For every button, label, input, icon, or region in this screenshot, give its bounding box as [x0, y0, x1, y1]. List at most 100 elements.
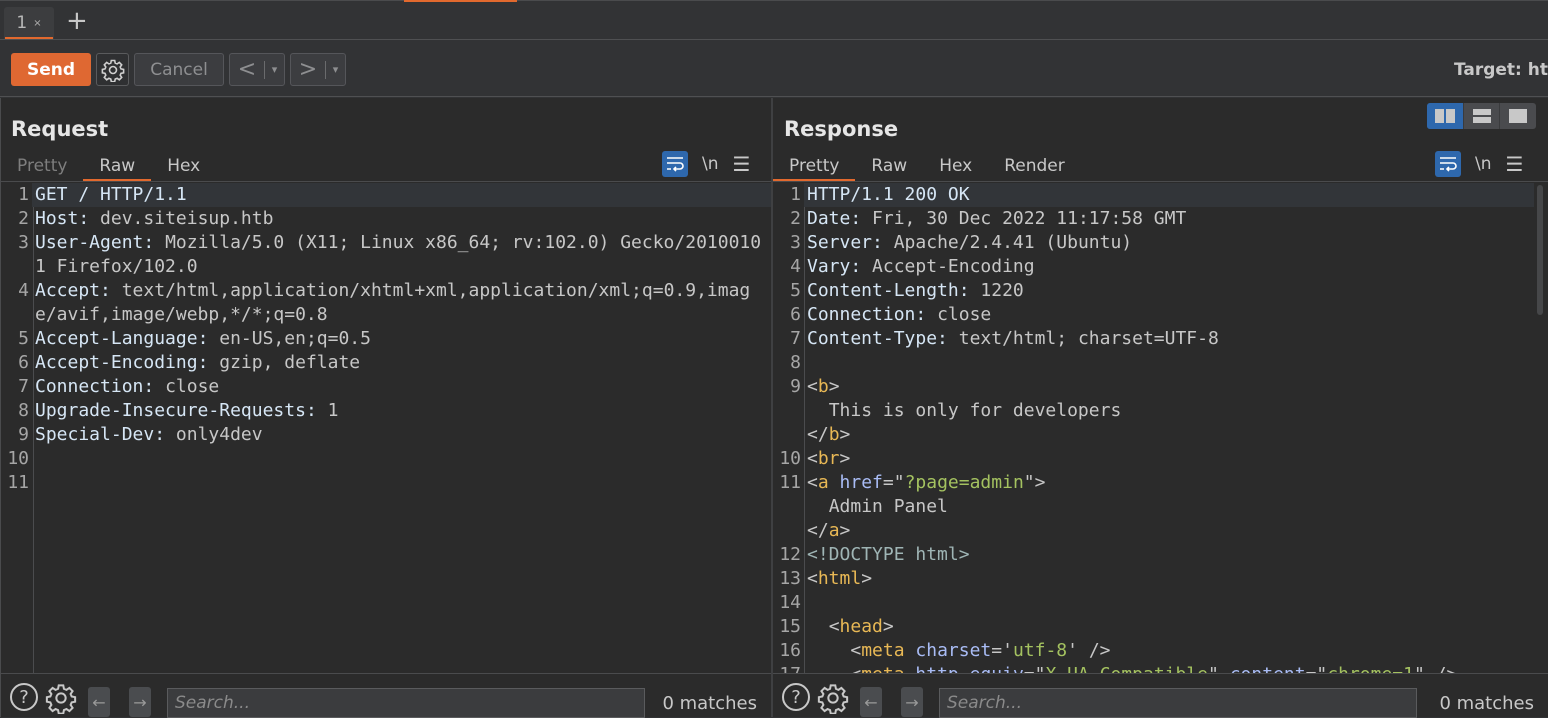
line-number: 5 — [790, 280, 801, 301]
rows-icon — [1472, 109, 1491, 123]
line-number: 8 — [790, 352, 801, 373]
help-icon[interactable]: ? — [782, 683, 810, 711]
header-name: Accept-Language — [35, 328, 198, 349]
forward-button[interactable]: > ▾ — [290, 53, 346, 86]
header-value: 1 — [327, 400, 339, 421]
layout-side-by-side-button[interactable] — [1427, 103, 1464, 129]
back-history-dropdown-icon[interactable]: ▾ — [265, 63, 284, 76]
layout-stacked-button[interactable] — [1464, 103, 1501, 129]
word-wrap-icon — [1440, 157, 1457, 172]
show-newlines-toggle[interactable]: \n — [1475, 154, 1492, 174]
editor-line: 11 — [1, 471, 771, 495]
cancel-button[interactable]: Cancel — [134, 53, 224, 86]
tab-pretty[interactable]: Pretty — [1, 151, 83, 181]
header-value: Accept-Encoding — [872, 256, 1035, 277]
previous-match-button[interactable]: ← — [860, 687, 882, 717]
status-line: HTTP/1.1 200 OK — [807, 184, 970, 205]
next-match-button[interactable]: → — [901, 687, 923, 717]
response-title: Response — [784, 117, 899, 141]
repeater-tab-1[interactable]: 1 × — [4, 7, 54, 39]
header-name: Content-Length — [807, 280, 959, 301]
send-settings-button[interactable] — [96, 53, 129, 86]
layout-single-button[interactable] — [1500, 103, 1536, 129]
line-number: 4 — [790, 256, 801, 277]
target-label[interactable]: Target: ht — [1454, 60, 1548, 80]
search-settings-button[interactable] — [45, 682, 77, 718]
header-value: text/html; charset=UTF-8 — [958, 328, 1219, 349]
request-search-input[interactable] — [167, 688, 645, 718]
line-number: 7 — [18, 376, 29, 397]
header-name: Vary — [807, 256, 851, 277]
editor-line: 2 Host: dev.siteisup.htb — [1, 207, 771, 231]
word-wrap-toggle[interactable] — [662, 151, 688, 177]
editor-line: 4 Accept: text/html,application/xhtml+xml… — [1, 279, 771, 327]
admin-link-href: ?page=admin — [904, 472, 1024, 493]
request-title: Request — [11, 117, 109, 141]
editor-line: 9 <b> — [773, 375, 1548, 399]
admin-link-text: Admin Panel — [828, 496, 948, 517]
response-pane: Response Pretty Raw Hex Render \n ☰ 1 HTT… — [773, 98, 1548, 718]
line-number: 3 — [790, 232, 801, 253]
close-tab-icon[interactable]: × — [33, 18, 41, 29]
editor-line: 2 Date: Fri, 30 Dec 2022 11:17:58 GMT — [773, 207, 1548, 231]
header-name: Accept — [35, 280, 101, 301]
show-newlines-toggle[interactable]: \n — [702, 154, 719, 174]
line-number: 2 — [18, 208, 29, 229]
line-number: 2 — [790, 208, 801, 229]
header-value: Apache/2.4.41 (Ubuntu) — [893, 232, 1133, 253]
line-number: 14 — [779, 592, 801, 613]
divider — [1, 181, 771, 182]
back-button[interactable]: < ▾ — [229, 53, 285, 86]
editor-line: 3 User-Agent: Mozilla/5.0 (X11; Linux x86… — [1, 231, 771, 279]
line-number: 10 — [7, 448, 29, 469]
word-wrap-icon — [667, 157, 684, 172]
line-number: 9 — [790, 376, 801, 397]
header-value: close — [937, 304, 992, 325]
response-search-input[interactable] — [939, 688, 1417, 718]
tab-render[interactable]: Render — [988, 151, 1081, 181]
tab-hex[interactable]: Hex — [151, 151, 216, 181]
editor-line: 7 Connection: close — [1, 375, 771, 399]
header-name: Content-Type — [807, 328, 938, 349]
tab-raw[interactable]: Raw — [855, 151, 923, 181]
next-match-button[interactable]: → — [129, 687, 151, 717]
tab-raw[interactable]: Raw — [83, 151, 151, 181]
editor-line: 12 <!DOCTYPE html> — [773, 543, 1548, 567]
line-number: 17 — [773, 663, 804, 673]
body-text: This is only for developers — [828, 400, 1122, 421]
editor-line: 15 <head> — [773, 615, 1548, 639]
line-number: 9 — [18, 424, 29, 445]
single-pane-icon — [1509, 109, 1528, 123]
search-settings-button[interactable] — [817, 682, 849, 718]
editor-line: 16 <meta charset='utf-8' /> — [773, 639, 1548, 663]
hamburger-menu-icon[interactable]: ☰ — [733, 152, 751, 176]
back-arrow-icon[interactable]: < — [230, 57, 264, 82]
word-wrap-toggle[interactable] — [1435, 151, 1461, 177]
editor-line: 1 GET / HTTP/1.1 — [1, 183, 771, 207]
editor-line: 6 Accept-Encoding: gzip, deflate — [1, 351, 771, 375]
request-editor[interactable]: 1 GET / HTTP/1.1 2 Host: dev.siteisup.htb … — [1, 183, 771, 673]
send-button[interactable]: Send — [11, 53, 91, 86]
tab-pretty[interactable]: Pretty — [773, 151, 856, 181]
active-tab-underline — [5, 37, 53, 39]
tab-hex[interactable]: Hex — [923, 151, 988, 181]
editor-line: 9 Special-Dev: only4dev — [1, 423, 771, 447]
response-editor[interactable]: 1 HTTP/1.1 200 OK 2 Date: Fri, 30 Dec 2022… — [773, 183, 1548, 673]
previous-match-button[interactable]: ← — [88, 687, 110, 717]
line-number: 16 — [779, 640, 801, 661]
editor-line: 6 Connection: close — [773, 303, 1548, 327]
gear-icon — [101, 59, 124, 82]
header-name: Accept-Encoding — [35, 352, 198, 373]
add-tab-button[interactable]: + — [66, 8, 88, 34]
arrow-right-icon: → — [133, 692, 147, 712]
header-name: User-Agent — [35, 232, 144, 253]
editor-line: 7 Content-Type: text/html; charset=UTF-8 — [773, 327, 1548, 351]
editor-line: 13 <html> — [773, 567, 1548, 591]
help-icon[interactable]: ? — [10, 683, 38, 711]
forward-arrow-icon[interactable]: > — [291, 57, 325, 82]
forward-history-dropdown-icon[interactable]: ▾ — [326, 63, 345, 76]
hamburger-menu-icon[interactable]: ☰ — [1506, 152, 1524, 176]
request-search-bar: ? ← → 0 matches — [1, 673, 771, 718]
columns-icon — [1434, 109, 1455, 123]
editor-line: This is only for developers — [773, 399, 1548, 423]
